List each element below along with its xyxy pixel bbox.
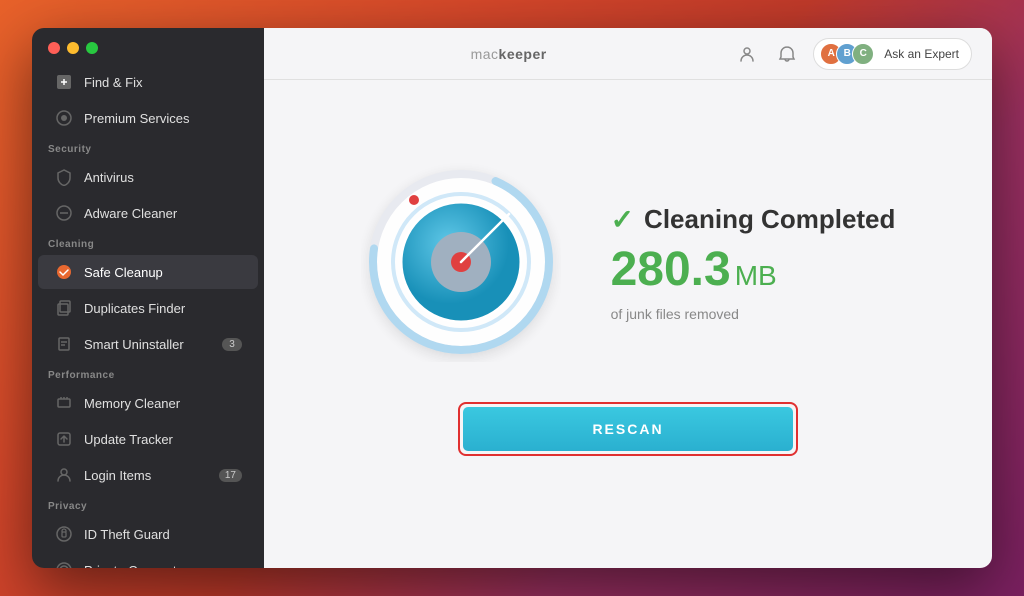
- premium-services-icon: [54, 108, 74, 128]
- sidebar-item-private-connect-label: Private Connect: [84, 563, 242, 569]
- sidebar-item-find-fix[interactable]: Find & Fix: [38, 65, 258, 99]
- login-items-icon: [54, 465, 74, 485]
- main-content: mackeeper A: [264, 28, 992, 568]
- rescan-container: RESCAN: [264, 382, 992, 486]
- check-icon: ✓: [611, 203, 634, 236]
- maximize-button[interactable]: [86, 42, 98, 54]
- size-unit: MB: [735, 260, 777, 292]
- app-logo: mackeeper: [471, 46, 547, 62]
- cleaning-completed-label: Cleaning Completed: [644, 204, 895, 235]
- app-window: Find & Fix Premium Services Security Ant…: [32, 28, 992, 568]
- expert-avatars: A B C: [820, 43, 868, 65]
- memory-cleaner-icon: [54, 393, 74, 413]
- sidebar-item-premium-label: Premium Services: [84, 111, 242, 126]
- antivirus-icon: [54, 167, 74, 187]
- sidebar-item-safe-cleanup[interactable]: Safe Cleanup: [38, 255, 258, 289]
- size-amount: 280.3: [611, 246, 731, 294]
- sidebar-item-adware-cleaner[interactable]: Adware Cleaner: [38, 196, 258, 230]
- login-items-badge: 17: [219, 469, 242, 482]
- sidebar-item-memory-cleaner-label: Memory Cleaner: [84, 396, 242, 411]
- sidebar-item-login-items[interactable]: Login Items 17: [38, 458, 258, 492]
- result-area: ✓ Cleaning Completed 280.3 MB of junk fi…: [361, 162, 896, 362]
- sidebar-item-login-items-label: Login Items: [84, 468, 209, 483]
- sidebar-item-memory-cleaner[interactable]: Memory Cleaner: [38, 386, 258, 420]
- sidebar-item-antivirus[interactable]: Antivirus: [38, 160, 258, 194]
- avatar-3: C: [852, 43, 874, 65]
- rescan-button-wrapper: RESCAN: [458, 402, 798, 456]
- logo-keeper: keeper: [499, 46, 547, 62]
- sidebar-item-antivirus-label: Antivirus: [84, 170, 242, 185]
- privacy-section-label: Privacy: [32, 493, 264, 516]
- adware-icon: [54, 203, 74, 223]
- sidebar-item-duplicates-label: Duplicates Finder: [84, 301, 242, 316]
- sidebar-item-find-fix-label: Find & Fix: [84, 75, 242, 90]
- sidebar-item-id-theft-guard[interactable]: ID Theft Guard: [38, 517, 258, 551]
- performance-section-label: Performance: [32, 362, 264, 385]
- result-text: ✓ Cleaning Completed 280.3 MB of junk fi…: [611, 203, 896, 322]
- cleaning-section-label: Cleaning: [32, 231, 264, 254]
- duplicates-icon: [54, 298, 74, 318]
- sidebar-item-smart-uninstaller-label: Smart Uninstaller: [84, 337, 212, 352]
- cleaning-completed-row: ✓ Cleaning Completed: [611, 203, 896, 236]
- sidebar-item-safe-cleanup-label: Safe Cleanup: [84, 265, 242, 280]
- sidebar-item-duplicates-finder[interactable]: Duplicates Finder: [38, 291, 258, 325]
- sidebar-item-private-connect[interactable]: Private Connect: [38, 553, 258, 568]
- junk-label: of junk files removed: [611, 306, 896, 322]
- traffic-lights: [32, 28, 264, 64]
- minimize-button[interactable]: [67, 42, 79, 54]
- gauge-container: [361, 162, 561, 362]
- close-button[interactable]: [48, 42, 60, 54]
- sidebar: Find & Fix Premium Services Security Ant…: [32, 28, 264, 568]
- sidebar-item-update-tracker-label: Update Tracker: [84, 432, 242, 447]
- topbar: mackeeper A: [264, 28, 992, 80]
- update-tracker-icon: [54, 429, 74, 449]
- private-connect-icon: [54, 560, 74, 568]
- sidebar-item-smart-uninstaller[interactable]: Smart Uninstaller 3: [38, 327, 258, 361]
- sidebar-item-adware-label: Adware Cleaner: [84, 206, 242, 221]
- gauge-svg: [361, 162, 561, 362]
- rescan-button[interactable]: RESCAN: [463, 407, 793, 451]
- sidebar-item-id-theft-guard-label: ID Theft Guard: [84, 527, 242, 542]
- size-row: 280.3 MB: [611, 246, 896, 294]
- safe-cleanup-icon: [54, 262, 74, 282]
- find-fix-icon: [54, 72, 74, 92]
- id-theft-guard-icon: [54, 524, 74, 544]
- topbar-actions: A B C Ask an Expert: [733, 38, 972, 70]
- ask-expert-button[interactable]: A B C Ask an Expert: [813, 38, 972, 70]
- smart-uninstaller-badge: 3: [222, 338, 242, 351]
- logo-mac: mac: [471, 46, 499, 62]
- content-area: ✓ Cleaning Completed 280.3 MB of junk fi…: [264, 80, 992, 568]
- sidebar-item-premium-services[interactable]: Premium Services: [38, 101, 258, 135]
- security-section-label: Security: [32, 136, 264, 159]
- notification-icon[interactable]: [773, 40, 801, 68]
- user-icon[interactable]: [733, 40, 761, 68]
- sidebar-item-update-tracker[interactable]: Update Tracker: [38, 422, 258, 456]
- smart-uninstaller-icon: [54, 334, 74, 354]
- ask-expert-label: Ask an Expert: [884, 47, 959, 61]
